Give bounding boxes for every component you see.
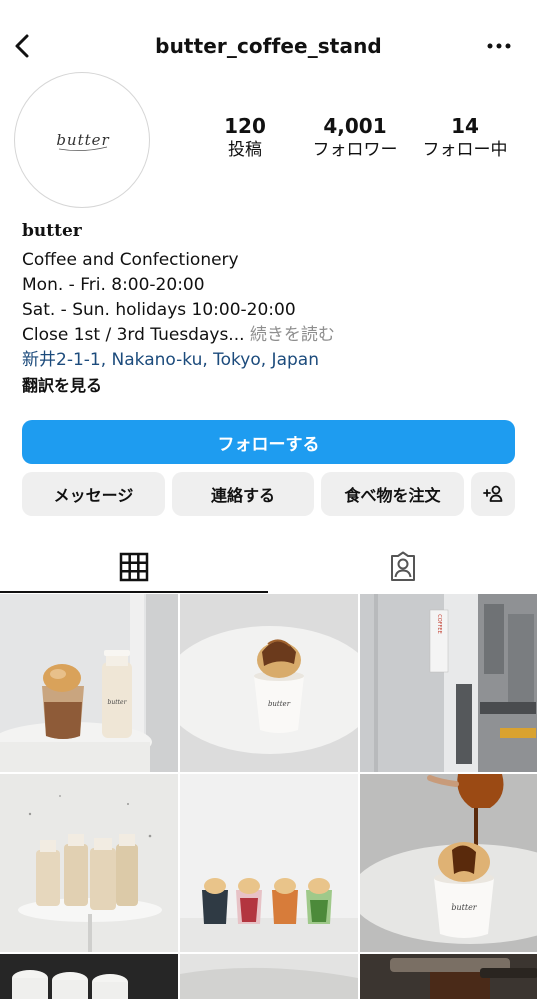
profile-avatar[interactable]: butter xyxy=(14,72,150,208)
bio-line: Close 1st / 3rd Tuesdays... 続きを読む xyxy=(22,323,522,348)
tagged-person-icon xyxy=(390,551,415,581)
stat-posts[interactable]: 120 投稿 xyxy=(190,114,300,166)
profile-stats: 120 投稿 4,001 フォロワー 14 フォロー中 xyxy=(190,114,520,166)
display-name: butter xyxy=(22,221,82,241)
post-thumbnail[interactable] xyxy=(180,774,358,952)
butter-logo: butter xyxy=(56,131,109,151)
address-link[interactable]: 新井2-1-1, Nakano-ku, Tokyo, Japan xyxy=(22,348,522,373)
profile-username: butter_coffee_stand xyxy=(155,34,382,58)
see-translation-link[interactable]: 翻訳を見る xyxy=(22,373,522,398)
post-image: butter xyxy=(360,774,537,952)
post-thumbnail[interactable]: COFFEE xyxy=(360,594,537,772)
post-image xyxy=(360,954,537,999)
tile-logo-text: butter xyxy=(268,700,291,708)
add-person-icon xyxy=(483,485,503,502)
post-image xyxy=(180,954,358,999)
post-thumbnail[interactable] xyxy=(0,954,178,999)
post-image: butter xyxy=(180,594,358,772)
post-image: COFFEE xyxy=(360,594,537,772)
tab-posts-grid[interactable] xyxy=(0,540,268,594)
stat-following[interactable]: 14 フォロー中 xyxy=(410,114,520,166)
post-thumbnail[interactable]: butter xyxy=(180,594,358,772)
posts-label: 投稿 xyxy=(228,140,262,160)
profile-header: butter_coffee_stand xyxy=(0,20,537,72)
action-buttons: メッセージ 連絡する 食べ物を注文 xyxy=(22,472,515,516)
avatar-logo-text: butter xyxy=(56,131,109,149)
followers-label: フォロワー xyxy=(312,140,398,160)
message-button[interactable]: メッセージ xyxy=(22,472,165,516)
tile-logo-text: butter xyxy=(108,699,128,706)
more-options-button[interactable] xyxy=(485,34,513,58)
profile-tabs xyxy=(0,540,537,594)
read-more-link[interactable]: 続きを読む xyxy=(245,325,335,345)
follow-button[interactable]: フォローする xyxy=(22,420,515,464)
posts-count: 120 xyxy=(224,114,266,138)
post-thumbnail[interactable] xyxy=(180,954,358,999)
post-thumbnail[interactable] xyxy=(360,954,537,999)
post-image xyxy=(0,954,178,999)
profile-bio: butter Coffee and Confectionery Mon. - F… xyxy=(22,218,522,398)
post-thumbnail[interactable]: butter xyxy=(360,774,537,952)
bio-line: Sat. - Sun. holidays 10:00-20:00 xyxy=(22,300,296,320)
tab-tagged[interactable] xyxy=(268,540,537,594)
post-thumbnail[interactable] xyxy=(0,774,178,952)
post-image xyxy=(0,774,178,952)
stat-followers[interactable]: 4,001 フォロワー xyxy=(300,114,410,166)
bio-line-text: Close 1st / 3rd Tuesdays... xyxy=(22,325,245,345)
post-image xyxy=(180,774,358,952)
grid-icon xyxy=(119,552,149,582)
cafe-sign-text: COFFEE xyxy=(436,614,442,634)
post-image: butter xyxy=(0,594,178,772)
suggested-accounts-button[interactable] xyxy=(471,472,515,516)
post-thumbnail[interactable]: butter xyxy=(0,594,178,772)
following-label: フォロー中 xyxy=(422,140,508,160)
active-tab-indicator xyxy=(0,591,268,593)
bio-line: Mon. - Fri. 8:00-20:00 xyxy=(22,275,205,295)
order-food-button[interactable]: 食べ物を注文 xyxy=(321,472,464,516)
following-count: 14 xyxy=(451,114,479,138)
followers-count: 4,001 xyxy=(323,114,387,138)
contact-button[interactable]: 連絡する xyxy=(172,472,314,516)
bio-line: Coffee and Confectionery xyxy=(22,250,239,270)
more-horizontal-icon xyxy=(487,43,511,49)
tile-logo-text: butter xyxy=(451,903,477,912)
